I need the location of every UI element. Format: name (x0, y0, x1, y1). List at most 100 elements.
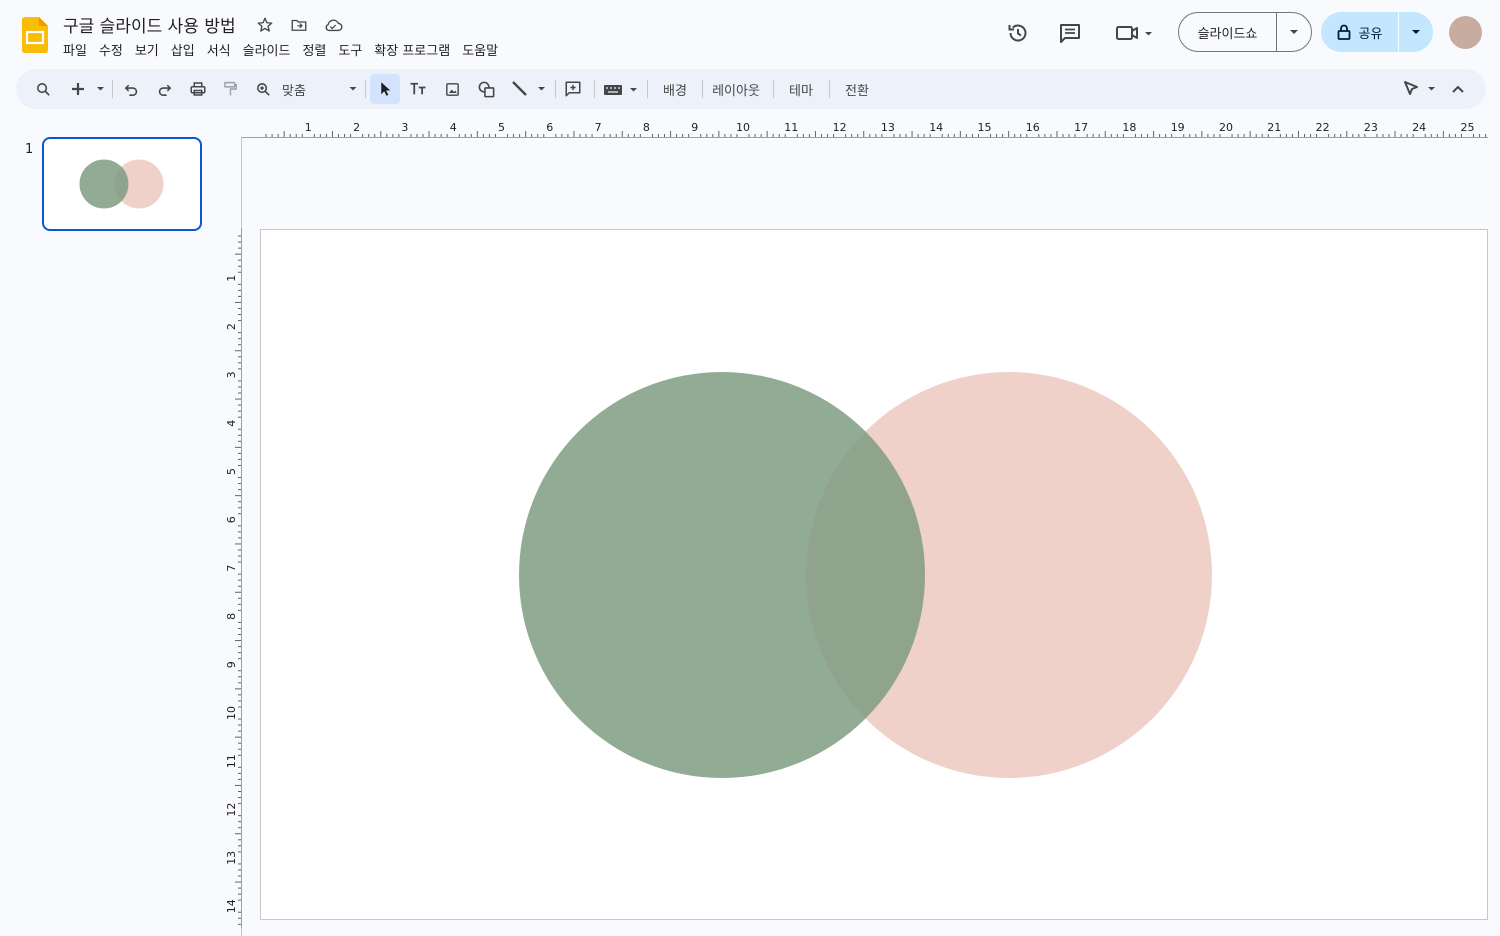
paint-format-icon[interactable] (219, 77, 241, 101)
menu-file[interactable]: 파일 (58, 38, 92, 61)
toolbar-divider (647, 80, 648, 98)
input-tools-icon[interactable] (601, 77, 641, 101)
ruler-h-label: 17 (1074, 121, 1088, 134)
ruler-v-label: 11 (225, 754, 238, 768)
menu-format[interactable]: 서식 (202, 38, 236, 61)
new-slide-icon[interactable] (66, 77, 108, 101)
ruler-h-label: 19 (1171, 121, 1185, 134)
toolbar: 맞춤 배경 레이아웃 테마 전환 (16, 69, 1486, 109)
menu-view[interactable]: 보기 (130, 38, 164, 61)
menu-insert[interactable]: 삽입 (166, 38, 200, 61)
document-title[interactable]: 구글 슬라이드 사용 방법 (63, 12, 236, 37)
toolbar-divider (112, 80, 113, 98)
toolbar-divider (594, 80, 595, 98)
zoom-icon[interactable] (252, 77, 274, 101)
ruler-h-label: 10 (736, 121, 750, 134)
share-label: 공유 (1358, 26, 1383, 42)
ruler-h-label: 15 (978, 121, 992, 134)
zoom-value: 맞춤 (282, 83, 306, 99)
slideshow-button[interactable]: 슬라이드쇼 (1178, 12, 1312, 52)
ruler-v-label: 8 (225, 613, 238, 620)
share-main[interactable]: 공유 (1321, 12, 1399, 52)
lock-icon (1337, 24, 1350, 40)
ruler-v-label: 3 (225, 371, 238, 378)
share-dropdown-icon[interactable] (1399, 12, 1433, 52)
menu-slide[interactable]: 슬라이드 (238, 38, 296, 61)
slides-app: 구글 슬라이드 사용 방법 파일 수정 보기 삽입 서식 슬라이드 정렬 도구 … (0, 0, 1500, 936)
meet-video-icon[interactable] (1112, 20, 1156, 46)
menu-edit[interactable]: 수정 (94, 38, 128, 61)
ruler-v-label: 14 (225, 899, 238, 913)
slide-thumbnail[interactable] (42, 137, 202, 231)
ruler-v-label: 10 (225, 706, 238, 720)
ruler-h-label: 4 (450, 121, 457, 134)
ruler-h-label: 12 (833, 121, 847, 134)
slide-canvas[interactable] (260, 229, 1488, 920)
select-tool-icon[interactable] (370, 74, 400, 104)
search-menus-icon[interactable] (30, 77, 56, 101)
toolbar-divider (773, 80, 774, 98)
slides-logo-icon[interactable] (22, 17, 48, 53)
header: 구글 슬라이드 사용 방법 파일 수정 보기 삽입 서식 슬라이드 정렬 도구 … (0, 0, 1500, 66)
move-folder-icon[interactable] (288, 14, 310, 36)
ruler-h-label: 16 (1026, 121, 1040, 134)
star-icon[interactable] (254, 14, 276, 36)
ruler-v-label: 9 (225, 661, 238, 668)
ruler-v-label: 5 (225, 468, 238, 475)
ruler-h-label: 11 (784, 121, 798, 134)
transition-button[interactable]: 전환 (840, 77, 874, 101)
green-circle-shape[interactable] (519, 372, 925, 778)
ruler-h-label: 25 (1461, 121, 1475, 134)
slide-number: 1 (25, 142, 34, 157)
ruler-h-label: 20 (1219, 121, 1233, 134)
toolbar-divider (829, 80, 830, 98)
ruler-v-label: 2 (225, 323, 238, 330)
add-comment-icon[interactable] (561, 77, 585, 101)
account-avatar[interactable] (1449, 16, 1482, 49)
ruler-h-label: 18 (1122, 121, 1136, 134)
line-tool-icon[interactable] (508, 77, 550, 101)
ruler-h-label: 2 (353, 121, 360, 134)
zoom-dropdown-icon (349, 87, 357, 91)
undo-icon[interactable] (120, 77, 142, 101)
pointer-mode-icon[interactable] (1398, 77, 1440, 101)
ruler-h-label: 5 (498, 121, 505, 134)
shape-icon[interactable] (474, 77, 498, 101)
ruler-v-label: 7 (225, 565, 238, 572)
ruler-v-label: 12 (225, 803, 238, 817)
collapse-toolbar-icon[interactable] (1446, 77, 1470, 101)
ruler-h-label: 7 (595, 121, 602, 134)
cloud-saved-icon[interactable] (322, 14, 344, 36)
print-icon[interactable] (186, 77, 210, 101)
ruler-h-label: 8 (643, 121, 650, 134)
text-box-icon[interactable] (407, 77, 429, 101)
slideshow-dropdown-icon[interactable] (1277, 13, 1311, 51)
menu-extensions[interactable]: 확장 프로그램 (369, 38, 455, 61)
slideshow-main[interactable]: 슬라이드쇼 (1179, 13, 1277, 51)
zoom-select[interactable]: 맞춤 (282, 77, 358, 101)
ruler-v-label: 4 (225, 420, 238, 427)
ruler-h-label: 13 (881, 121, 895, 134)
menu-help[interactable]: 도움말 (457, 38, 503, 61)
share-button[interactable]: 공유 (1321, 12, 1433, 52)
toolbar-divider (555, 80, 556, 98)
background-button[interactable]: 배경 (658, 77, 692, 101)
ruler-v-label: 13 (225, 851, 238, 865)
version-history-icon[interactable] (1004, 20, 1032, 46)
ruler-h-label: 23 (1364, 121, 1378, 134)
ruler-h-label: 1 (305, 121, 312, 134)
ruler-h-label: 6 (546, 121, 553, 134)
redo-icon[interactable] (153, 77, 175, 101)
theme-button[interactable]: 테마 (784, 77, 818, 101)
ruler-h-label: 21 (1267, 121, 1281, 134)
comments-icon[interactable] (1056, 20, 1084, 46)
menu-tools[interactable]: 도구 (333, 38, 367, 61)
insert-image-icon[interactable] (441, 77, 463, 101)
vertical-ruler[interactable]: 1234567891011121314 (222, 228, 242, 928)
ruler-h-label: 3 (401, 121, 408, 134)
ruler-h-label: 22 (1316, 121, 1330, 134)
menu-bar: 파일 수정 보기 삽입 서식 슬라이드 정렬 도구 확장 프로그램 도움말 (58, 38, 505, 61)
layout-button[interactable]: 레이아웃 (710, 77, 762, 101)
menu-arrange[interactable]: 정렬 (297, 38, 331, 61)
horizontal-ruler[interactable]: 1 2 3 4 5 6 7 8 9 10 11 12 13 14 15 16 17 18 19 20 21 22 23 24 2… (242, 118, 1488, 138)
